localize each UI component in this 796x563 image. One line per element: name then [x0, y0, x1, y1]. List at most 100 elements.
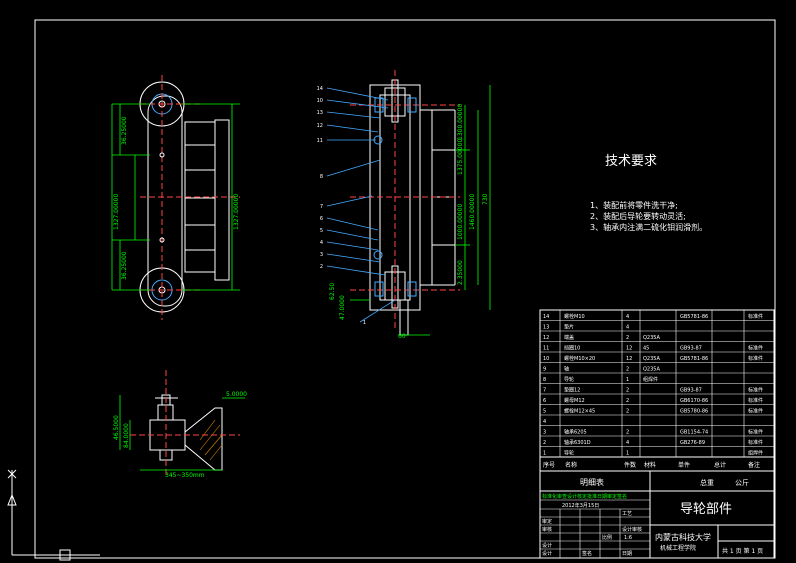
bom-cell-qty: 2 — [626, 335, 629, 341]
tech-title: 技术要求 — [605, 154, 657, 169]
bom-h-note: 备注 — [748, 461, 760, 469]
bom-cell-no: 14 — [543, 314, 549, 320]
tb-scale: 1:6 — [624, 535, 632, 541]
bom-h-unit: 单件 — [678, 461, 690, 469]
tech-item-1: 1、装配前将零件洗干净; — [590, 200, 678, 210]
bom-cell-no: 11 — [543, 346, 549, 352]
bom-cell-name: 螺栓M10×20 — [564, 355, 595, 362]
side-dim-c: 1000.00000 — [457, 204, 464, 240]
tb-mid-2: 设计审核 — [622, 526, 642, 533]
bom-cell-name: 端盖 — [564, 334, 574, 341]
bom-cell-no: 8 — [543, 377, 546, 383]
side-dim-wb: 47.0000 — [339, 295, 346, 320]
bom-cell-mat: 组焊件 — [643, 376, 658, 383]
tb-note-row: 标准化审查设计核定批准日期审定签名 — [542, 493, 627, 500]
bom-cell-name: 垫片 — [564, 324, 574, 331]
tb-date: 2012年3月15日 — [562, 502, 599, 509]
bom-cell-name: 螺栓M12×45 — [564, 408, 595, 415]
bom-cell-note: 标准件 — [748, 313, 763, 320]
bom-cell-mat: Q235A — [643, 356, 660, 362]
side-dim-d: 2.35000 — [457, 260, 464, 285]
detail-dim-left-b: 84.0000 — [123, 423, 130, 448]
bom-cell-std: GB93-87 — [680, 346, 702, 352]
tb-dept: 机械工程学院 — [660, 544, 696, 552]
tb-scale-label: 比例 — [602, 534, 612, 541]
balloon-13: 13 — [317, 110, 323, 116]
bom-cell-std: GB276-89 — [680, 440, 705, 446]
bom-cell-no: 6 — [543, 398, 546, 404]
bom-h-no: 序号 — [543, 461, 555, 469]
bom-cell-qty: 2 — [626, 398, 629, 404]
bom-cell-qty: 2 — [626, 367, 629, 373]
bom-cell-qty: 2 — [626, 388, 629, 394]
bom-cell-no: 13 — [543, 325, 549, 331]
tb-check-date: 日期 — [622, 551, 632, 557]
balloon-4: 4 — [320, 240, 323, 246]
balloon-12: 12 — [317, 123, 323, 129]
tb-left-3: 设计 — [542, 542, 552, 549]
bom-cell-name: 轴承6205 — [564, 429, 587, 436]
bom-cell-qty: 2 — [626, 430, 629, 436]
bom-cell-note: 标准件 — [748, 355, 763, 362]
bom-cell-std: GB93-87 — [680, 388, 702, 394]
detail-dim-top: 5.0000 — [226, 391, 247, 398]
bom-cell-qty: 1 — [626, 451, 629, 457]
bom-cell-no: 2 — [543, 440, 546, 446]
bom-cell-qty: 12 — [626, 356, 632, 362]
bom-cell-std: GB1154-74 — [680, 430, 708, 436]
bom-cell-name: 导轮 — [564, 450, 574, 457]
bom-cell-note: 标准件 — [748, 408, 763, 415]
bom-cell-mat: Q235A — [643, 335, 660, 341]
side-dim-e: 730 — [482, 193, 489, 205]
tech-item-2: 2、装配后导轮要转动灵活; — [590, 211, 686, 221]
tb-sign: 签名 — [582, 550, 592, 557]
tb-drawing-title: 导轮部件 — [680, 502, 732, 517]
bom-cell-name: 垫圈12 — [564, 387, 580, 394]
bom-cell-std: GB5781-86 — [680, 314, 708, 320]
bom-unit-kg: 公斤 — [735, 478, 749, 487]
balloon-3: 3 — [320, 252, 323, 258]
side-dim-wa: 62.50 — [329, 283, 336, 300]
bom-cell-qty: 4 — [626, 325, 629, 331]
bom-cell-no: 9 — [543, 367, 546, 373]
balloon-2: 2 — [320, 264, 323, 270]
front-dim-1: 36.25000 — [121, 116, 128, 145]
detail-dim-left-a: 46.5000 — [113, 415, 120, 440]
bom-cell-name: 螺栓M10 — [564, 313, 585, 320]
bom-detail-label: 明细表 — [580, 477, 604, 487]
balloon-10: 10 — [317, 98, 323, 104]
bom-cell-note: 组焊件 — [748, 450, 763, 457]
bom-cell-qty: 4 — [626, 314, 629, 320]
tb-school: 内蒙古科技大学 — [655, 532, 711, 542]
bom-cell-no: 10 — [543, 356, 549, 362]
front-dim-3: 1327.00000 — [233, 194, 240, 230]
side-dim-total: 1375.00000 — [457, 139, 464, 175]
bom-total-weight: 总重 — [700, 478, 714, 487]
balloon-6: 6 — [320, 216, 323, 222]
tb-sheet: 共 1 页 第 1 页 — [722, 547, 763, 555]
tb-mid-1: 工艺 — [622, 511, 632, 517]
bom-cell-qty: 2 — [626, 409, 629, 415]
front-dim-2: 1327.00000 — [113, 194, 120, 230]
bom-cell-name: 螺母M12 — [564, 397, 585, 404]
bom-cell-name: 挡圈10 — [564, 345, 580, 352]
bom-cell-no: 5 — [543, 409, 546, 415]
bom-cell-std: GB5780-86 — [680, 409, 708, 415]
bom-cell-name: 导轮 — [564, 376, 574, 383]
balloon-14: 14 — [317, 86, 323, 92]
bom-h-mat: 材料 — [644, 461, 656, 469]
bom-cell-no: 1 — [543, 451, 546, 457]
cad-drawing: 36.25000 1327.00000 1327.00000 36.25000 — [0, 0, 796, 563]
bom-cell-mat: 45 — [643, 346, 649, 352]
side-dim-b: 1460.00000 — [469, 194, 476, 230]
side-dim-a: 1300.00000 — [457, 104, 464, 140]
bom-cell-no: 3 — [543, 430, 546, 436]
bom-cell-note: 标准件 — [748, 387, 763, 394]
balloon-8: 8 — [320, 174, 323, 180]
bom-cell-name: 轴 — [564, 366, 569, 373]
tb-design: 设计 — [542, 550, 552, 557]
balloon-1: 1 — [363, 320, 366, 326]
bom-cell-note: 标准件 — [748, 345, 763, 352]
bom-cell-std: GB6170-86 — [680, 398, 708, 404]
bom-cell-note: 标准件 — [748, 397, 763, 404]
